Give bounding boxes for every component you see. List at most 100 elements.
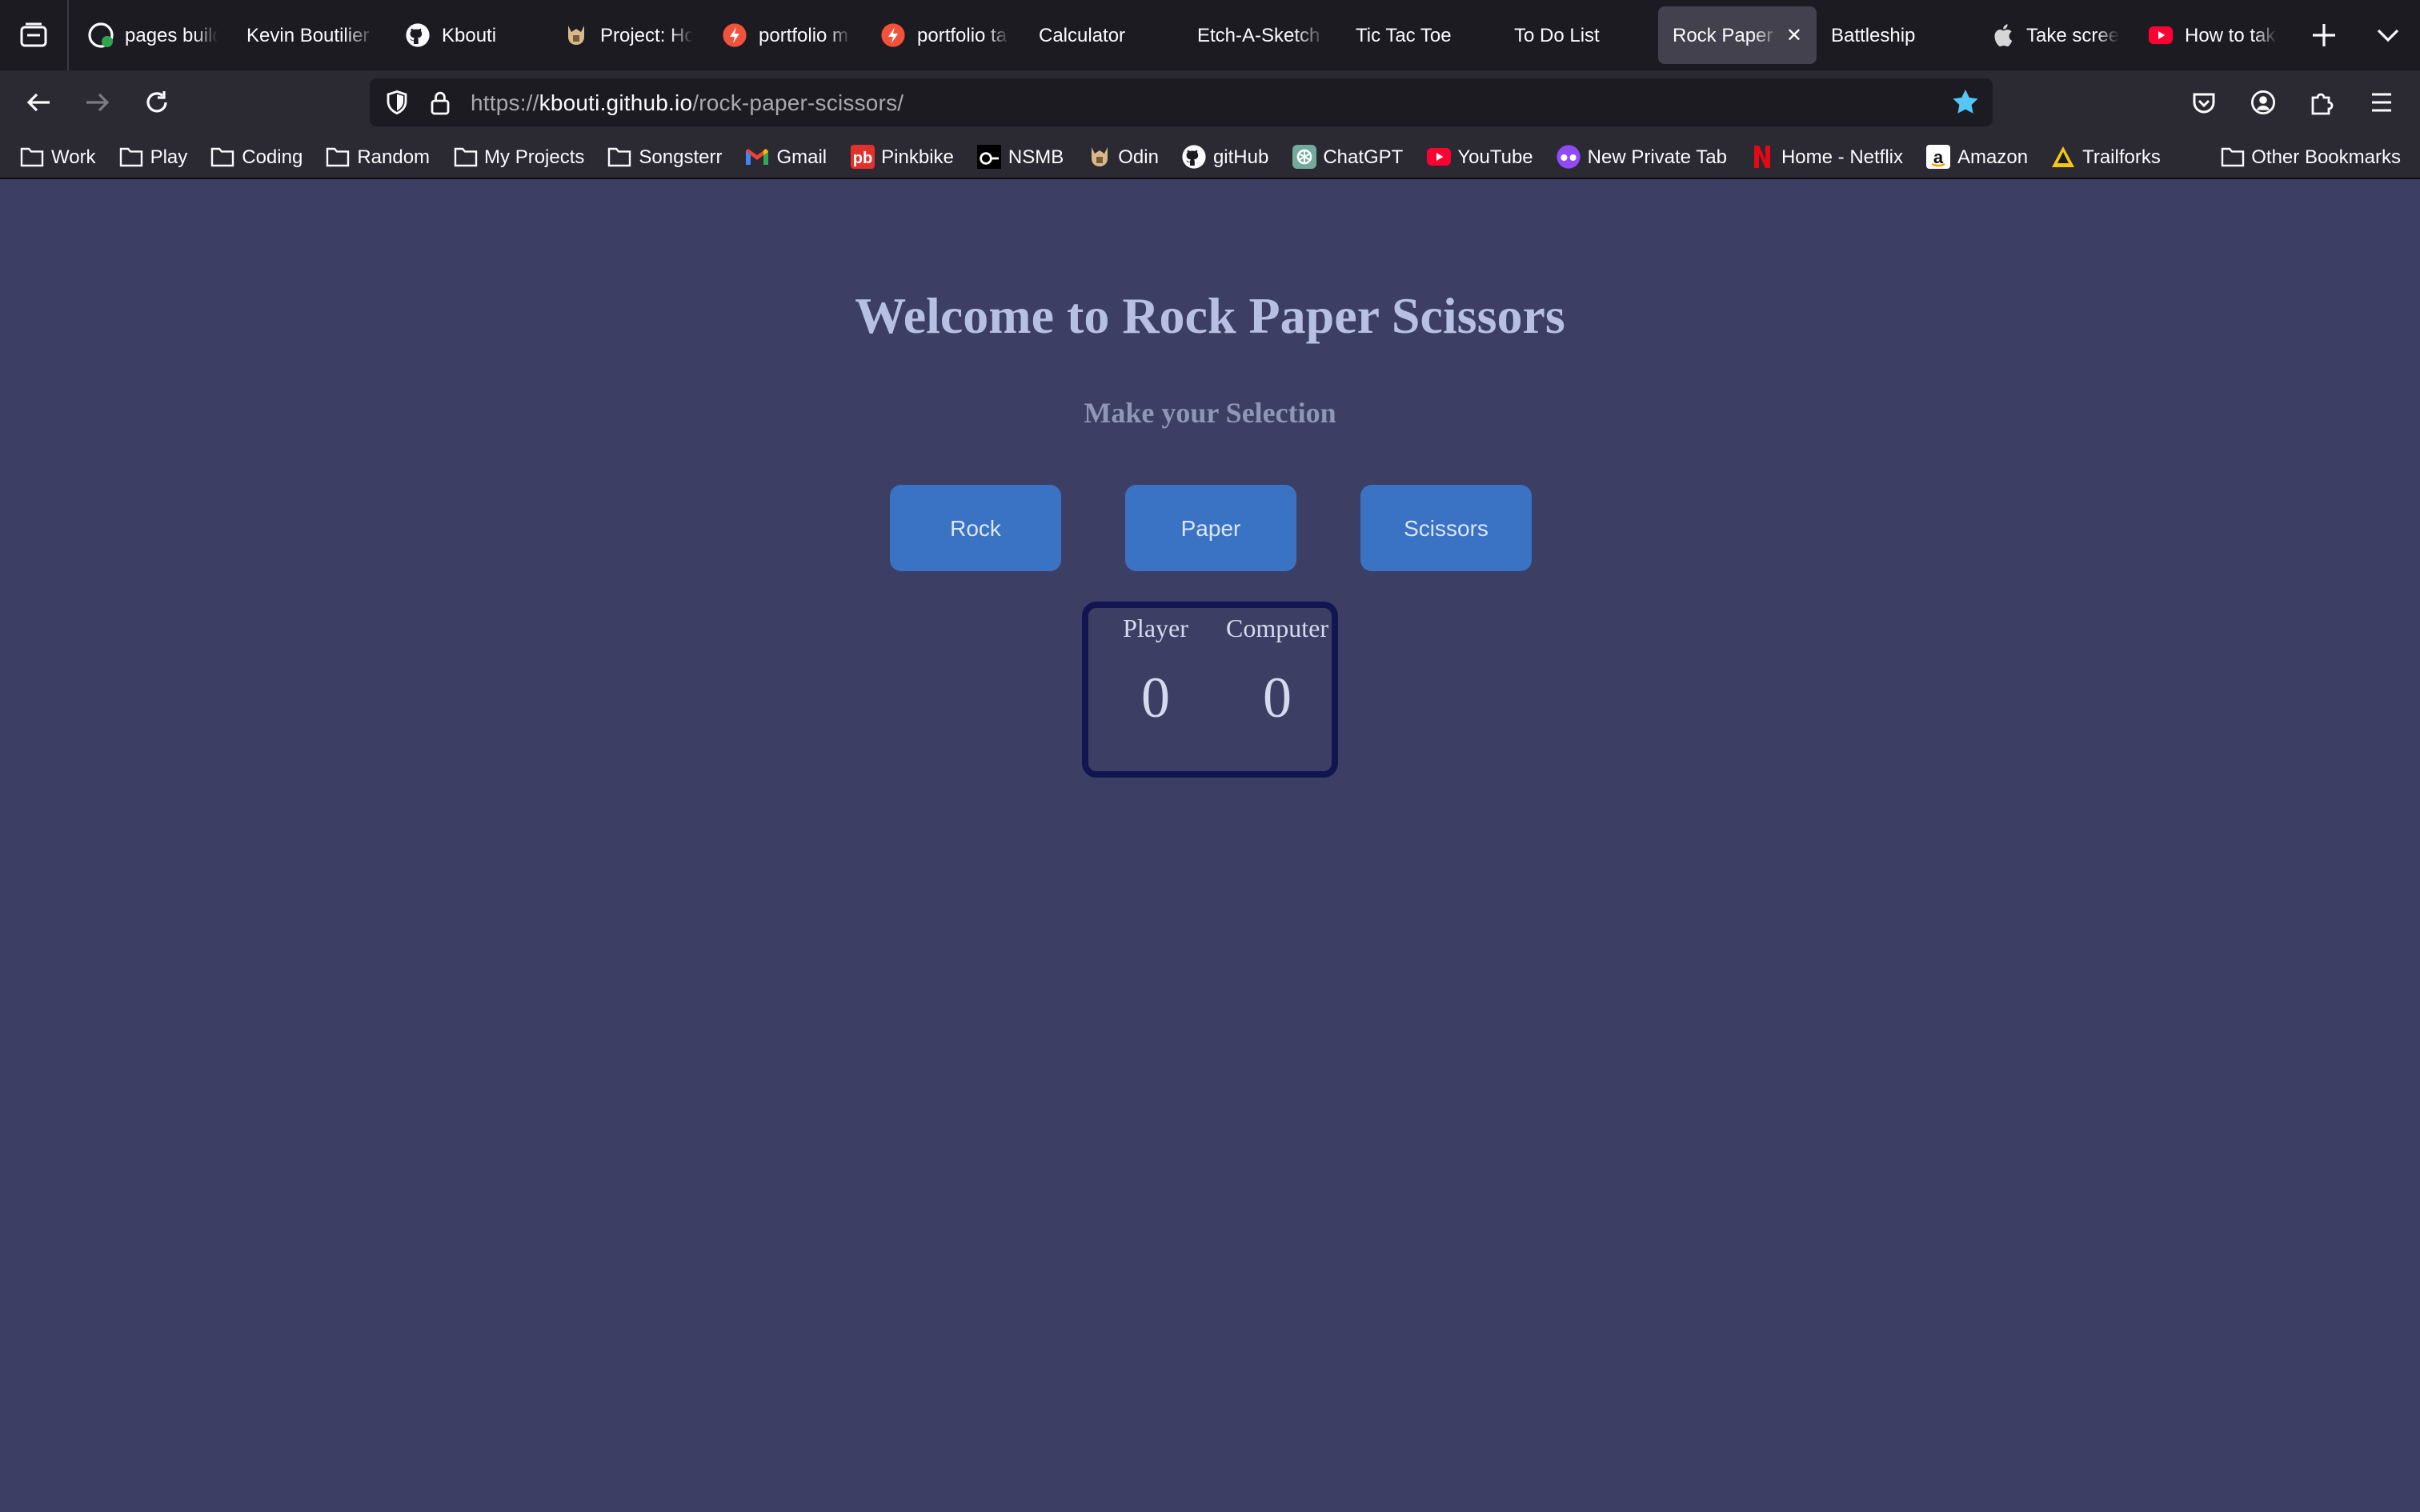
bookmark-item[interactable]: Odin bbox=[1086, 143, 1159, 169]
bookmark-folder[interactable]: Play bbox=[118, 143, 187, 169]
bookmark-label: Amazon bbox=[1957, 145, 2029, 167]
computer-label: Computer bbox=[1226, 616, 1328, 643]
computer-score-column: Computer 0 bbox=[1213, 608, 1341, 731]
paper-button[interactable]: Paper bbox=[1125, 485, 1296, 571]
lock-icon[interactable] bbox=[429, 90, 451, 115]
tab-label: pages build bbox=[125, 24, 218, 46]
trailforks-icon bbox=[2050, 143, 2076, 169]
url-bar[interactable]: https://kbouti.github.io/rock-paper-scis… bbox=[370, 78, 1993, 126]
bookmark-label: Gmail bbox=[776, 145, 827, 167]
bookmark-label: New Private Tab bbox=[1587, 145, 1727, 167]
close-tab-icon[interactable]: ✕ bbox=[1786, 24, 1802, 46]
folder-icon bbox=[607, 143, 632, 169]
bookmark-star-icon[interactable] bbox=[1951, 88, 1980, 117]
lightning-icon bbox=[880, 22, 906, 48]
bookmark-label: Random bbox=[357, 145, 431, 167]
tab-label: Kbouti bbox=[442, 24, 497, 46]
tab-active[interactable]: Rock Paper ✕ bbox=[1658, 6, 1817, 64]
youtube-icon bbox=[1425, 143, 1451, 169]
youtube-icon bbox=[2148, 22, 2174, 48]
bookmark-folder[interactable]: Work bbox=[19, 143, 96, 169]
bookmark-folder[interactable]: Coding bbox=[210, 143, 302, 169]
bookmark-label: ChatGPT bbox=[1323, 145, 1404, 167]
bookmark-item[interactable]: New Private Tab bbox=[1556, 143, 1727, 169]
odin-icon bbox=[563, 22, 589, 48]
page-subtitle: Make your Selection bbox=[1084, 397, 1336, 429]
bookmark-item[interactable]: Trailforks bbox=[2050, 143, 2161, 169]
other-bookmarks-folder[interactable]: Other Bookmarks bbox=[2219, 134, 2401, 179]
navigation-toolbar: https://kbouti.github.io/rock-paper-scis… bbox=[0, 70, 2420, 134]
bookmark-label: gitHub bbox=[1212, 145, 1269, 167]
new-tab-button[interactable] bbox=[2292, 0, 2356, 70]
extensions-button[interactable] bbox=[2292, 77, 2351, 128]
folder-icon bbox=[2219, 146, 2245, 168]
tab[interactable]: Take scree bbox=[1975, 6, 2134, 64]
tab-overview-button[interactable] bbox=[0, 0, 69, 70]
tab-label: How to take bbox=[2185, 24, 2278, 46]
page-title: Welcome to Rock Paper Scissors bbox=[855, 286, 1565, 344]
tab[interactable]: Battleship bbox=[1817, 6, 1975, 64]
bookmark-item[interactable]: Gmail bbox=[744, 143, 827, 169]
tab[interactable]: portfolio ta bbox=[866, 6, 1024, 64]
tab-label: Rock Paper bbox=[1673, 24, 1773, 46]
url-text[interactable]: https://kbouti.github.io/rock-paper-scis… bbox=[471, 90, 903, 115]
tab[interactable]: pages build bbox=[74, 6, 232, 64]
bookmark-label: Odin bbox=[1118, 145, 1159, 167]
tab-overview-icon bbox=[20, 22, 47, 47]
tab-label: Etch-A-Sketch bbox=[1197, 24, 1320, 46]
player-score: 0 bbox=[1141, 666, 1170, 730]
puzzle-icon bbox=[2310, 93, 2333, 115]
bookmark-item[interactable]: gitHub bbox=[1181, 143, 1268, 169]
tab-label: Calculator bbox=[1039, 24, 1126, 46]
tab[interactable]: How to take bbox=[2134, 6, 2292, 64]
github-check-icon bbox=[88, 22, 114, 48]
scissors-button[interactable]: Scissors bbox=[1360, 485, 1532, 571]
tab-label: Tic Tac Toe bbox=[1356, 24, 1452, 46]
account-button[interactable] bbox=[2233, 77, 2292, 128]
bookmarks-toolbar: Work Play Coding Random My Projects Songsterr… bbox=[0, 134, 2420, 179]
odin-icon bbox=[1086, 143, 1112, 169]
tab[interactable]: Calculator bbox=[1024, 6, 1183, 64]
plus-icon bbox=[2313, 24, 2335, 46]
bookmark-item[interactable]: NSMB bbox=[976, 143, 1064, 169]
private-icon bbox=[1556, 143, 1581, 169]
folder-icon bbox=[325, 143, 351, 169]
arrow-right-icon bbox=[86, 93, 109, 112]
bookmark-folder[interactable]: Songsterr bbox=[607, 143, 722, 169]
tab-strip: pages build Kevin Boutilier Kbouti Project:… bbox=[0, 0, 2420, 70]
forward-button[interactable] bbox=[67, 77, 126, 128]
arrow-left-icon bbox=[26, 93, 49, 112]
hamburger-menu-icon bbox=[2371, 93, 2390, 112]
tab[interactable]: Tic Tac Toe bbox=[1341, 6, 1500, 64]
bookmark-item[interactable]: YouTube bbox=[1425, 143, 1533, 169]
bookmark-item[interactable]: a Amazon bbox=[1925, 143, 2028, 169]
tab[interactable]: Kevin Boutilier bbox=[232, 6, 391, 64]
list-all-tabs-button[interactable] bbox=[2356, 0, 2420, 70]
tab[interactable]: Project: Ho bbox=[549, 6, 707, 64]
app-menu-button[interactable] bbox=[2351, 77, 2410, 128]
bookmark-folder[interactable]: My Projects bbox=[452, 143, 584, 169]
bookmark-item[interactable]: pb Pinkbike bbox=[849, 143, 954, 169]
rock-button[interactable]: Rock bbox=[890, 485, 1061, 571]
gmail-icon bbox=[744, 143, 770, 169]
tab-label: To Do List bbox=[1514, 24, 1600, 46]
back-button[interactable] bbox=[8, 77, 67, 128]
bookmark-item[interactable]: ChatGPT bbox=[1291, 143, 1403, 169]
reload-button[interactable] bbox=[126, 77, 186, 128]
pocket-button[interactable] bbox=[2174, 77, 2233, 128]
tracking-protection-icon[interactable] bbox=[384, 90, 410, 115]
tab[interactable]: Etch-A-Sketch bbox=[1183, 6, 1341, 64]
folder-icon bbox=[210, 143, 235, 169]
amazon-icon: a bbox=[1925, 143, 1951, 169]
bookmark-folder[interactable]: Random bbox=[325, 143, 430, 169]
folder-icon bbox=[118, 143, 144, 169]
tab[interactable]: portfolio m bbox=[707, 6, 866, 64]
tab[interactable]: Kbouti bbox=[391, 6, 549, 64]
bookmark-item[interactable]: Home - Netflix bbox=[1749, 143, 1903, 169]
page-content: Welcome to Rock Paper Scissors Make your… bbox=[0, 181, 2420, 1512]
player-label: Player bbox=[1123, 616, 1188, 643]
chatgpt-icon bbox=[1291, 143, 1316, 169]
account-icon bbox=[2250, 90, 2275, 115]
tab[interactable]: To Do List bbox=[1500, 6, 1658, 64]
player-score-column: Player 0 bbox=[1092, 608, 1220, 731]
